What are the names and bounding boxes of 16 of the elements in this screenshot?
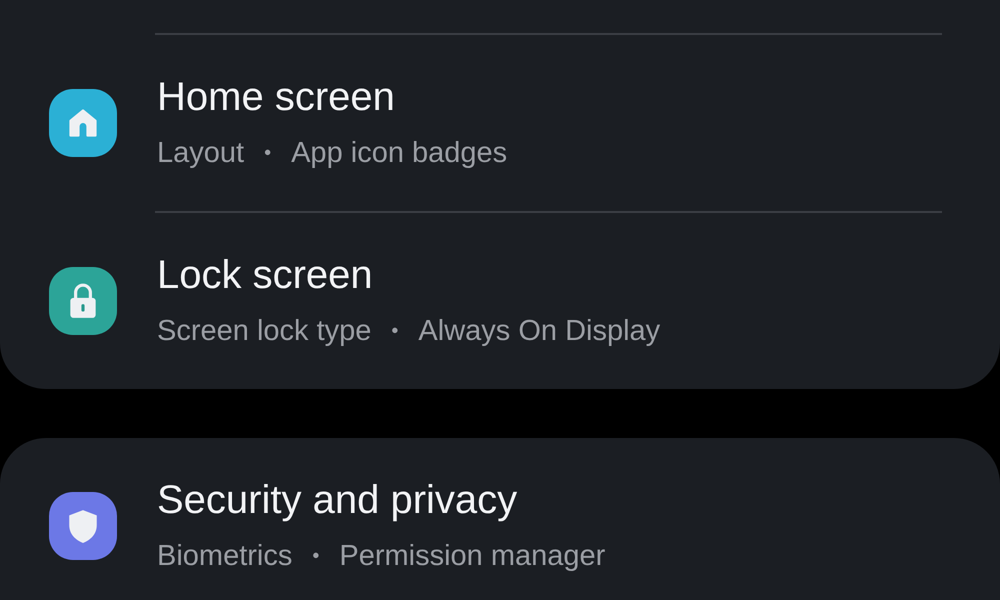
shield-icon — [67, 508, 99, 544]
separator-dot: • — [391, 319, 398, 344]
item-subtitle: Biometrics — [157, 539, 292, 574]
settings-item[interactable]: Home screen Layout • App icon badges — [0, 35, 1000, 211]
item-subtitle: Layout — [157, 136, 244, 171]
separator-dot: • — [264, 141, 272, 166]
item-title: Home screen — [157, 74, 396, 121]
separator-dot: • — [312, 544, 320, 569]
item-subtitle: App icon badges — [291, 136, 508, 171]
settings-item[interactable]: Security and privacy Biometrics • Permission manager — [0, 438, 1000, 600]
item-title: Lock screen — [157, 252, 374, 299]
item-subtitle: Screen lock type — [157, 314, 372, 349]
item-subtitle: Always On Display — [418, 314, 660, 349]
item-subtitle: Permission manager — [339, 539, 606, 574]
settings-item[interactable]: Lock screen Screen lock type • Always On Display — [0, 213, 1000, 389]
item-title: Security and privacy — [157, 477, 518, 524]
